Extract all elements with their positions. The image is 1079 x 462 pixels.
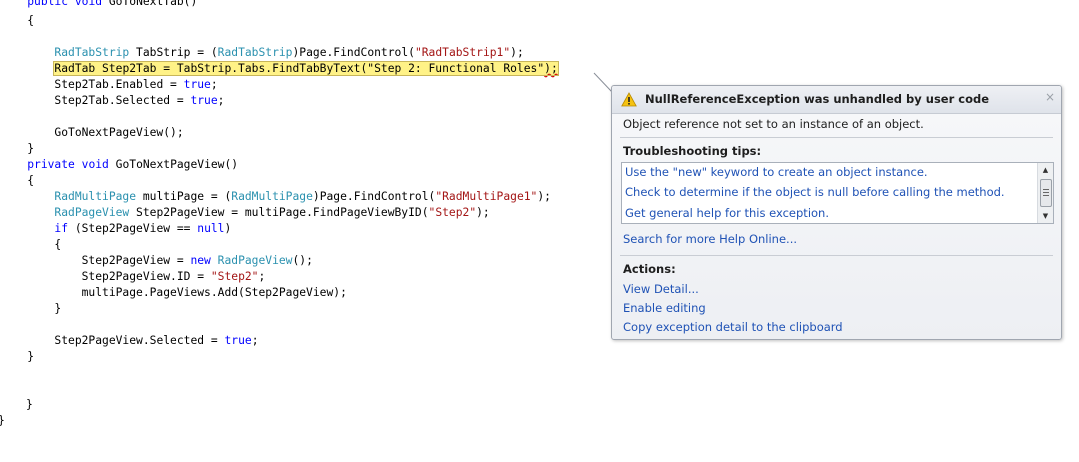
code-line: public void GoToNextTab() [27, 0, 198, 8]
code-line: } [0, 142, 35, 155]
code-line-exception: RadTab Step2Tab = TabStrip.Tabs.FindTabB… [53, 61, 559, 76]
grip-line [1043, 189, 1049, 190]
code-line: GoToNextPageView(); [0, 126, 184, 139]
code-line: Step2PageView.ID = "Step2"; [81, 270, 266, 283]
code-line: } [26, 398, 33, 411]
troubleshooting-tips-list[interactable]: Use the "new" keyword to create an objec… [621, 162, 1054, 224]
code-line: Step2PageView = new RadPageView(); [81, 254, 313, 267]
code-line: RadTabStrip TabStrip = (RadTabStrip)Page… [54, 46, 524, 59]
tips-scrollbar[interactable]: ▲ ▼ [1037, 163, 1053, 223]
code-line: RadPageView Step2PageView = multiPage.Fi… [54, 206, 490, 219]
code-line: { [0, 174, 35, 187]
exception-message: Object reference not set to an instance … [623, 117, 924, 131]
popup-header: NullReferenceException was unhandled by … [612, 86, 1061, 114]
code-line: { [0, 238, 62, 251]
grip-line [1043, 195, 1049, 196]
grip-line [1043, 192, 1049, 193]
warning-icon [621, 92, 637, 107]
search-help-online-link[interactable]: Search for more Help Online... [623, 232, 797, 246]
troubleshooting-title: Troubleshooting tips: [623, 144, 762, 158]
code-line: Step2Tab.Enabled = true; [54, 78, 218, 91]
code-line: } [0, 302, 62, 315]
view-detail-link[interactable]: View Detail... [623, 282, 699, 296]
code-line: } [0, 413, 5, 429]
code-line: Step2Tab.Selected = true; [54, 94, 225, 107]
code-editor[interactable]: public void GoToNextTab() { RadTabStrip … [0, 0, 613, 462]
code-line: if (Step2PageView == null) [54, 222, 232, 235]
scroll-up-icon[interactable]: ▲ [1038, 164, 1053, 176]
code-line: } [0, 350, 35, 363]
divider [620, 137, 1053, 138]
code-line: { [0, 14, 35, 27]
divider [620, 255, 1053, 256]
tip-link[interactable]: Use the "new" keyword to create an objec… [625, 165, 928, 179]
code-line: RadMultiPage multiPage = (RadMultiPage)P… [54, 190, 551, 203]
enable-editing-link[interactable]: Enable editing [623, 301, 706, 315]
code-line: multiPage.PageViews.Add(Step2PageView); [0, 286, 347, 299]
popup-title: NullReferenceException was unhandled by … [645, 92, 990, 106]
scroll-down-icon[interactable]: ▼ [1038, 210, 1053, 222]
tip-link[interactable]: Get general help for this exception. [625, 206, 829, 220]
copy-exception-link[interactable]: Copy exception detail to the clipboard [623, 320, 843, 334]
exception-assistant-popup: NullReferenceException was unhandled by … [611, 85, 1062, 340]
close-icon[interactable]: × [1045, 90, 1055, 104]
code-line: private void GoToNextPageView() [27, 158, 239, 171]
scroll-thumb[interactable] [1040, 179, 1052, 207]
actions-title: Actions: [623, 262, 676, 276]
code-line: Step2PageView.Selected = true; [54, 334, 259, 347]
tip-link[interactable]: Check to determine if the object is null… [625, 185, 1005, 199]
